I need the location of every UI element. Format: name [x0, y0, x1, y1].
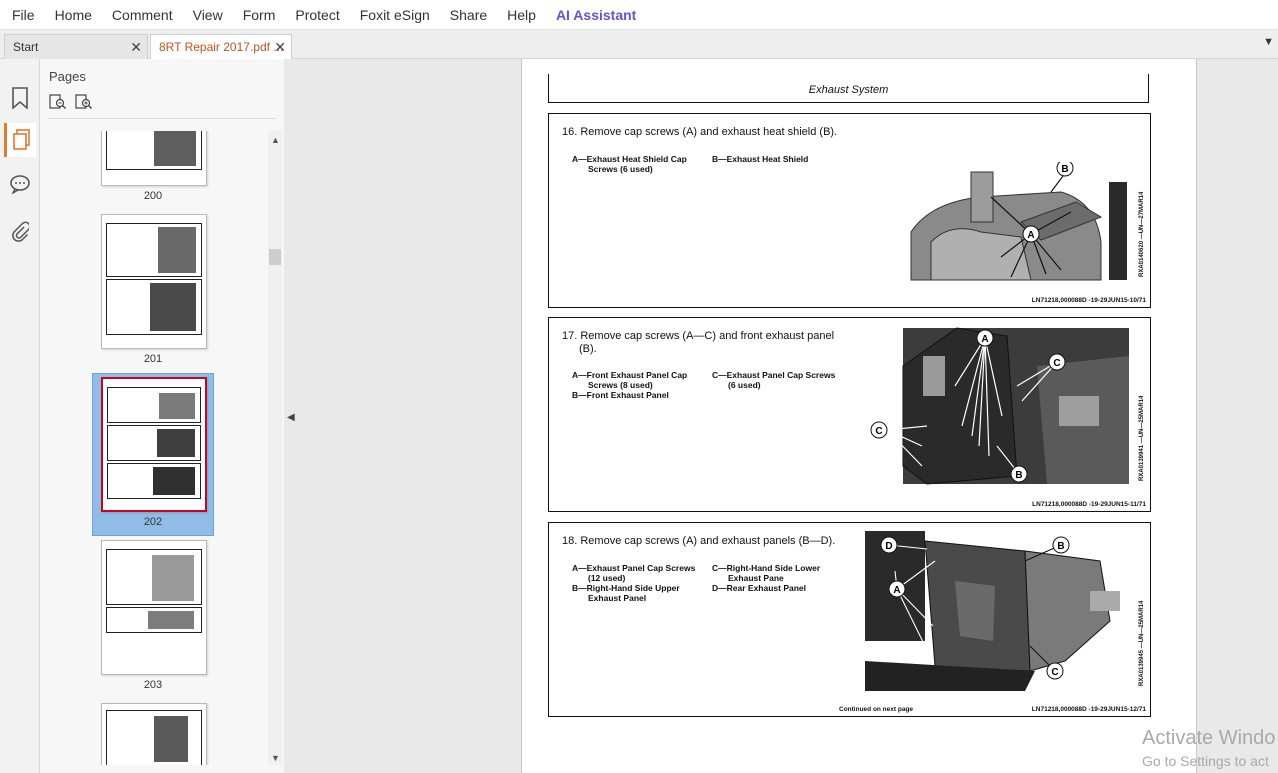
menu-bar: File Home Comment View Form Protect Foxi…: [0, 0, 1278, 30]
close-icon[interactable]: ✕: [130, 39, 142, 56]
menu-protect[interactable]: Protect: [295, 7, 339, 23]
image-id: RXA0139941 —UN—25MAR14: [1139, 395, 1145, 481]
menu-ai-assistant[interactable]: AI Assistant: [556, 7, 636, 23]
page-thumbnail[interactable]: [101, 703, 207, 765]
tab-document[interactable]: 8RT Repair 2017.pdf ... ✕: [150, 34, 292, 59]
legend-left: A—Front Exhaust Panel Cap Screws (8 used…: [572, 370, 688, 400]
scroll-down-icon[interactable]: ▼: [271, 753, 280, 763]
pages-toolbar: [49, 94, 93, 110]
pages-divider: [48, 118, 276, 119]
pages-panel: Pages 200 201 202 203 ▲ ▼: [40, 59, 284, 773]
document-tab-bar: Start ✕ 8RT Repair 2017.pdf ... ✕ ▼: [0, 30, 1278, 59]
step-17: 17. Remove cap screws (A—C) and front ex…: [548, 317, 1151, 512]
callout-c: C: [875, 426, 882, 437]
page-thumbnail[interactable]: [101, 540, 207, 675]
pdf-reader-window: File Home Comment View Form Protect Foxi…: [0, 0, 1278, 773]
callout-a: A: [1027, 230, 1034, 241]
page-number-label: 200: [143, 190, 163, 202]
thumbnail-scrollbar[interactable]: ▲ ▼: [268, 131, 282, 765]
activation-watermark: Activate Windo: [1142, 727, 1276, 749]
document-code: LN71218,000088D -19-29JUN15-11/71: [1032, 501, 1146, 508]
zoom-in-thumbnail-icon[interactable]: [75, 94, 93, 110]
menu-foxit-esign[interactable]: Foxit eSign: [360, 7, 430, 23]
step-title: 17. Remove cap screws (A—C) and front ex…: [562, 330, 835, 355]
exhaust-panels-illustration: D A B C: [865, 531, 1131, 691]
zoom-out-thumbnail-icon[interactable]: [49, 94, 67, 110]
page-thumbnail[interactable]: [101, 214, 207, 349]
thumbnail-list: 200 201 202 203: [40, 131, 268, 765]
chevron-down-icon[interactable]: ▼: [1263, 36, 1274, 48]
front-exhaust-panel-illustration: A C C B: [870, 327, 1129, 485]
menu-comment[interactable]: Comment: [112, 7, 173, 23]
page-number-label: 201: [143, 353, 163, 365]
legend-right: C—Exhaust Panel Cap Screws (6 used): [712, 370, 836, 390]
image-id: RXA0140620 —UN—27MAR14: [1139, 191, 1145, 277]
callout-b: B: [1057, 541, 1064, 552]
collapse-panel-icon[interactable]: ◀: [287, 412, 295, 423]
menu-form[interactable]: Form: [243, 7, 276, 23]
navigation-rail: [0, 59, 40, 773]
legend-right: C—Right-Hand Side Lower Exhaust Pane D—R…: [712, 563, 821, 593]
callout-c: C: [1051, 667, 1058, 678]
scroll-up-icon[interactable]: ▲: [271, 135, 280, 145]
step-18: 18. Remove cap screws (A) and exhaust pa…: [548, 522, 1151, 717]
pages-panel-title: Pages: [49, 69, 86, 84]
legend-left: A—Exhaust Panel Cap Screws (12 used) B—R…: [572, 563, 696, 603]
menu-help[interactable]: Help: [507, 7, 536, 23]
callout-a: A: [893, 585, 900, 596]
callout-a: A: [981, 334, 988, 345]
image-id: RXA0139945 —UN—25MAR14: [1139, 600, 1145, 686]
page-number-label: 203: [143, 679, 163, 691]
callout-b: B: [1061, 164, 1068, 175]
tab-start[interactable]: Start ✕: [4, 34, 148, 59]
tab-document-label: 8RT Repair 2017.pdf ...: [159, 40, 284, 54]
exhaust-heat-shield-illustration: A B: [901, 162, 1131, 282]
scrollbar-thumb[interactable]: [269, 249, 281, 265]
continued-note: Continued on next page: [839, 706, 914, 713]
document-code: LN71218,000088D -19-29JUN15-10/71: [1031, 297, 1146, 304]
pages-icon[interactable]: [4, 123, 36, 157]
close-icon[interactable]: ✕: [274, 39, 286, 56]
page-thumbnail-selected[interactable]: [101, 377, 207, 512]
step-title: 18. Remove cap screws (A) and exhaust pa…: [562, 535, 836, 547]
menu-file[interactable]: File: [12, 7, 35, 23]
page-thumbnail[interactable]: [101, 131, 207, 186]
step-title: 16. Remove cap screws (A) and exhaust he…: [562, 126, 838, 138]
legend-right: B—Exhaust Heat Shield: [712, 154, 809, 164]
comments-icon[interactable]: [4, 167, 36, 201]
document-code: LN71218,000088D -19-29JUN15-12/71: [1031, 706, 1146, 713]
attachment-icon[interactable]: [4, 215, 36, 249]
bookmark-icon[interactable]: [4, 81, 36, 115]
activation-watermark-sub: Go to Settings to act: [1142, 753, 1269, 769]
menu-view[interactable]: View: [193, 7, 223, 23]
menu-share[interactable]: Share: [450, 7, 487, 23]
callout-c: C: [1053, 358, 1060, 369]
section-title: Exhaust System: [808, 84, 889, 96]
pdf-page: Exhaust System 16. Remove cap screws (A)…: [521, 59, 1197, 773]
document-view: Exhaust System 16. Remove cap screws (A)…: [298, 59, 1278, 773]
step-16: 16. Remove cap screws (A) and exhaust he…: [548, 113, 1151, 308]
callout-b: B: [1015, 470, 1022, 481]
section-header: Exhaust System: [548, 74, 1149, 103]
callout-d: D: [885, 541, 892, 552]
tab-start-label: Start: [13, 40, 39, 54]
page-number-label: 202: [143, 516, 163, 528]
legend-left: A—Exhaust Heat Shield Cap Screws (6 used…: [572, 154, 687, 174]
menu-home[interactable]: Home: [55, 7, 92, 23]
